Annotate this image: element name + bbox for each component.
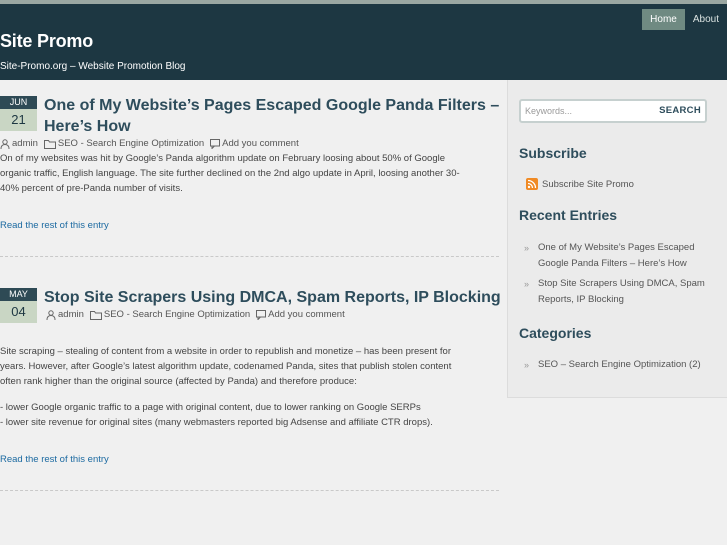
recent-entry-line[interactable]: Reports, IP Blocking — [538, 292, 719, 308]
site-header: Site Promo Site-Promo.org – Website Prom… — [0, 4, 727, 80]
subscribe-link[interactable]: Subscribe Site Promo — [542, 179, 634, 190]
post-meta: admin SEO - Search Engine Optimization A… — [0, 138, 305, 149]
site-title[interactable]: Site Promo — [0, 31, 93, 52]
meta-author[interactable]: admin — [46, 309, 84, 320]
date-day: 04 — [0, 301, 37, 323]
user-icon — [46, 309, 56, 320]
read-more-link[interactable]: Read the rest of this entry — [0, 220, 109, 231]
excerpt-bullet: - lower Google organic traffic to a page… — [0, 402, 421, 413]
date-day: 21 — [0, 109, 37, 131]
post-divider — [0, 490, 499, 491]
author-name[interactable]: admin — [58, 309, 84, 320]
post-excerpt: On of my websites was hit by Google’s Pa… — [0, 151, 485, 196]
comments-link[interactable]: Add you comment — [222, 138, 299, 149]
recent-entries-heading: Recent Entries — [519, 207, 618, 223]
post-excerpt-bullets: - lower Google organic traffic to a page… — [0, 400, 485, 430]
excerpt-line: often rank higher than the original sour… — [0, 376, 357, 387]
excerpt-line: Site scraping – stealing of content from… — [0, 346, 451, 357]
sidebar: SEARCH Subscribe Subscribe Site Promo Re… — [507, 80, 727, 398]
meta-comments[interactable]: Add you comment — [210, 138, 299, 149]
date-month: MAY — [0, 288, 37, 301]
category-link[interactable]: SEO - Search Engine Optimization — [58, 138, 204, 149]
category-name[interactable]: SEO – Search Engine Optimization — [538, 359, 686, 370]
recent-entry[interactable]: One of My Website’s Pages Escaped Google… — [524, 240, 719, 272]
recent-entry-line[interactable]: Stop Site Scrapers Using DMCA, Spam — [538, 276, 719, 292]
post-divider — [0, 256, 499, 257]
post-date: JUN 21 — [0, 96, 37, 131]
excerpt-line: On of my websites was hit by Google’s Pa… — [0, 153, 446, 164]
excerpt-line: 40% percent of pre-Panda number of visit… — [0, 183, 183, 194]
nav-about[interactable]: About — [685, 9, 727, 30]
category-count: (2) — [689, 359, 701, 370]
rss-icon — [526, 178, 538, 190]
search-button[interactable]: SEARCH — [659, 105, 701, 116]
date-month: JUN — [0, 96, 37, 109]
meta-author[interactable]: admin — [0, 138, 38, 149]
meta-comments[interactable]: Add you comment — [256, 309, 345, 320]
categories-list: SEO – Search Engine Optimization (2) — [524, 357, 719, 373]
excerpt-line: organic traffic, English language. The s… — [0, 168, 460, 179]
recent-entry-line[interactable]: Google Panda Filters – Here’s How — [538, 256, 719, 272]
recent-entry-line[interactable]: One of My Website’s Pages Escaped — [538, 240, 719, 256]
folder-icon — [43, 139, 56, 149]
folder-icon — [89, 310, 102, 320]
post-title-line[interactable]: Here’s How — [44, 116, 499, 137]
comment-icon — [256, 309, 267, 320]
post-meta: admin SEO - Search Engine Optimization A… — [46, 309, 351, 320]
search-input[interactable] — [525, 104, 655, 118]
post-date: MAY 04 — [0, 288, 37, 323]
post-title[interactable]: One of My Website’s Pages Escaped Google… — [44, 95, 499, 137]
meta-category[interactable]: SEO - Search Engine Optimization — [89, 309, 250, 320]
subscribe-row[interactable]: Subscribe Site Promo — [526, 178, 634, 190]
author-name[interactable]: admin — [12, 138, 38, 149]
user-icon — [0, 138, 10, 149]
recent-entry[interactable]: Stop Site Scrapers Using DMCA, Spam Repo… — [524, 276, 719, 308]
subscribe-heading: Subscribe — [519, 145, 587, 161]
excerpt-bullet: - lower site revenue for original sites … — [0, 417, 433, 428]
comment-icon — [210, 138, 221, 149]
comments-link[interactable]: Add you comment — [268, 309, 345, 320]
main-nav: Home About — [642, 9, 727, 30]
excerpt-line: years. However, after Google’s latest al… — [0, 361, 452, 372]
search-box: SEARCH — [519, 99, 707, 123]
post-title-line[interactable]: One of My Website’s Pages Escaped Google… — [44, 95, 499, 116]
nav-home[interactable]: Home — [642, 9, 685, 30]
meta-category[interactable]: SEO - Search Engine Optimization — [43, 138, 204, 149]
post-excerpt: Site scraping – stealing of content from… — [0, 344, 485, 389]
post-title[interactable]: Stop Site Scrapers Using DMCA, Spam Repo… — [44, 287, 501, 308]
category-item[interactable]: SEO – Search Engine Optimization (2) — [524, 357, 719, 373]
category-link[interactable]: SEO - Search Engine Optimization — [104, 309, 250, 320]
post-title-line[interactable]: Stop Site Scrapers Using DMCA, Spam Repo… — [44, 287, 501, 308]
read-more-link[interactable]: Read the rest of this entry — [0, 454, 109, 465]
categories-heading: Categories — [519, 325, 592, 341]
site-description: Site-Promo.org – Website Promotion Blog — [0, 61, 186, 72]
recent-entries-list: One of My Website’s Pages Escaped Google… — [524, 240, 719, 308]
